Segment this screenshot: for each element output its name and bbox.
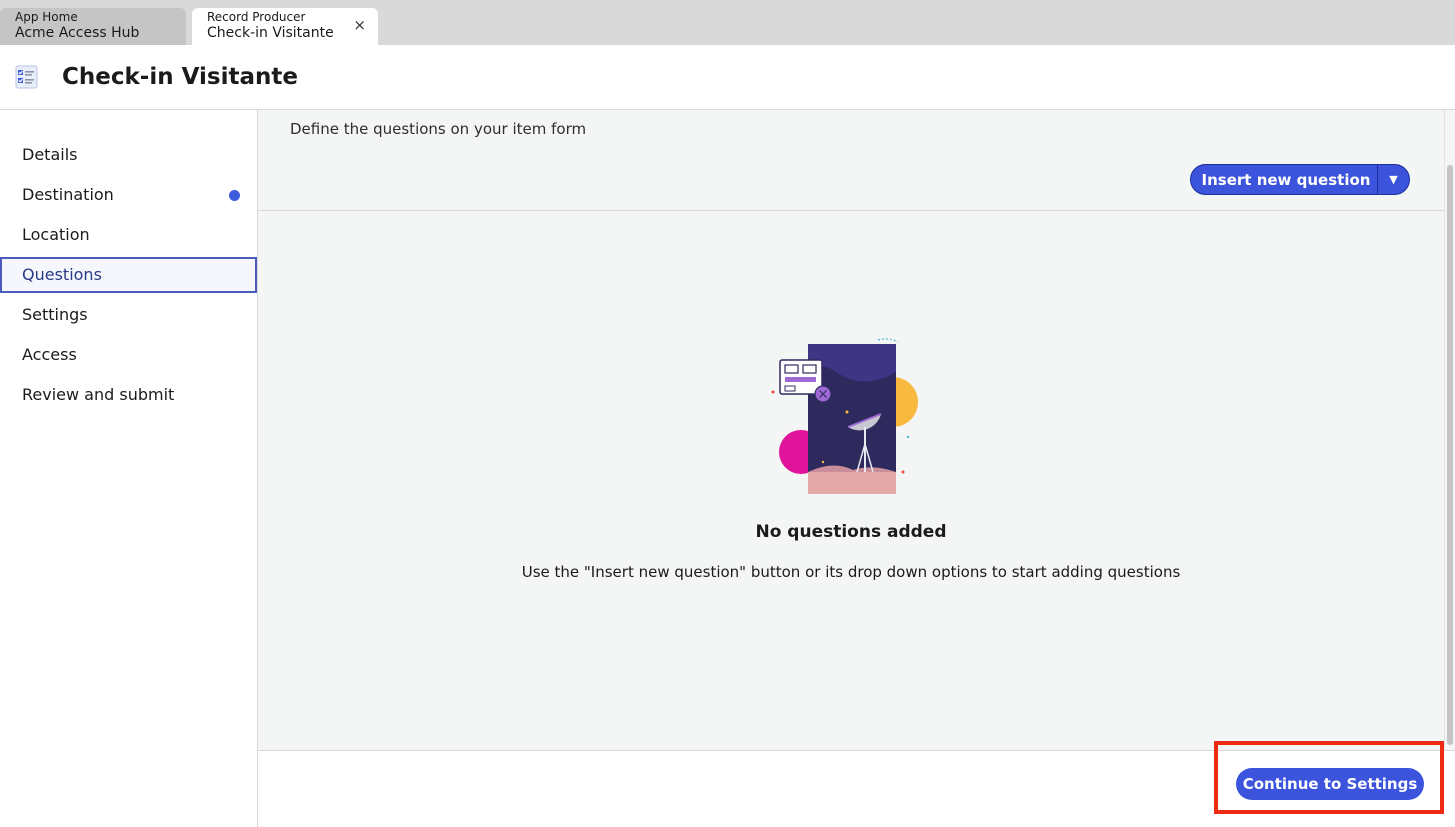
- sidebar-item-destination[interactable]: Destination: [0, 177, 257, 213]
- tab-subtitle: App Home: [15, 10, 78, 24]
- sidebar-item-questions[interactable]: Questions: [0, 257, 257, 293]
- satellite-dish-illustration-icon: [771, 338, 918, 494]
- sidebar-item-review-and-submit[interactable]: Review and submit: [0, 377, 257, 413]
- tab-record-producer[interactable]: Record Producer Check-in Visitante ×: [192, 8, 378, 45]
- status-dot-icon: [229, 190, 240, 201]
- close-icon[interactable]: ×: [353, 16, 366, 34]
- insert-new-question-split-button: Insert new question ▼: [1190, 164, 1410, 195]
- sidebar-item-location[interactable]: Location: [0, 217, 257, 253]
- page-header: Check-in Visitante: [0, 45, 1455, 110]
- sidebar-nav: Details Destination Location Questions S…: [0, 110, 258, 827]
- page-title: Check-in Visitante: [62, 64, 298, 90]
- continue-to-settings-button[interactable]: Continue to Settings: [1236, 768, 1424, 800]
- page-footer: Continue to Settings: [258, 741, 1455, 827]
- sidebar-item-settings[interactable]: Settings: [0, 297, 257, 333]
- scrollbar-thumb[interactable]: [1447, 165, 1453, 745]
- questions-panel: Define the questions on your item form I…: [258, 110, 1444, 750]
- vertical-scrollbar[interactable]: [1444, 110, 1455, 750]
- tab-title: Acme Access Hub: [15, 25, 140, 41]
- insert-new-question-button[interactable]: Insert new question: [1191, 165, 1377, 194]
- empty-state-title: No questions added: [755, 522, 947, 542]
- tab-app-home[interactable]: App Home Acme Access Hub: [0, 8, 186, 45]
- tab-strip: App Home Acme Access Hub Record Producer…: [0, 0, 1455, 45]
- sidebar-item-details[interactable]: Details: [0, 137, 257, 173]
- tab-title: Check-in Visitante: [207, 25, 334, 41]
- form-checklist-icon: [15, 65, 38, 89]
- tab-subtitle: Record Producer: [207, 10, 306, 24]
- sidebar-item-access[interactable]: Access: [0, 337, 257, 373]
- chevron-down-icon[interactable]: ▼: [1377, 165, 1409, 194]
- sidebar-item-label: Destination: [22, 185, 114, 204]
- empty-state-message: Use the "Insert new question" button or …: [521, 563, 1181, 581]
- panel-description: Define the questions on your item form: [290, 120, 587, 138]
- questions-toolbar: Define the questions on your item form I…: [258, 110, 1444, 211]
